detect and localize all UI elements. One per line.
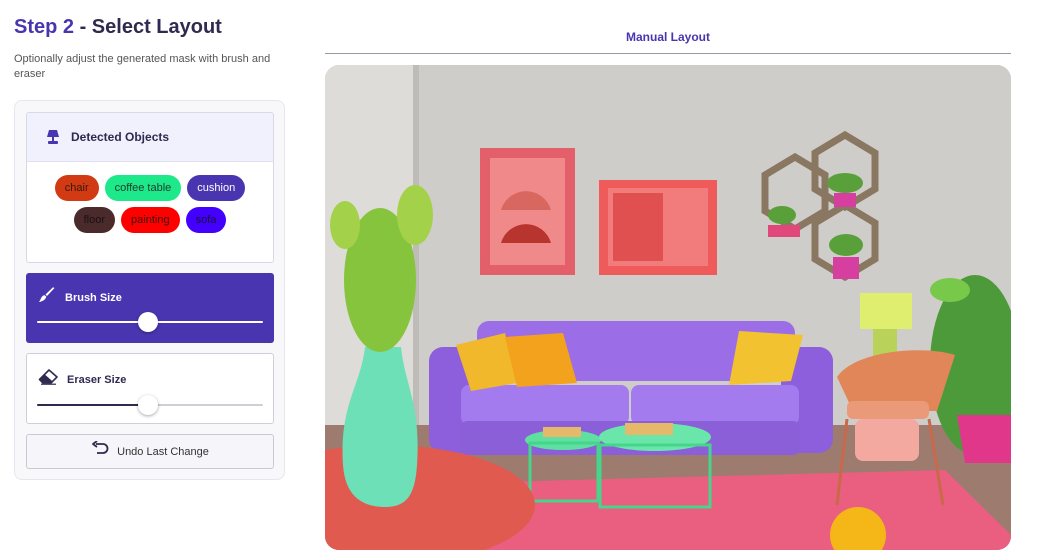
book-stack-left [543,427,581,437]
eraser-size-control: Eraser Size [26,353,274,424]
painting-left-inner [490,158,565,265]
shelf-pot-bottom [833,257,859,279]
eraser-size-header: Eraser Size [38,369,126,390]
tab-manual-layout[interactable]: Manual Layout [325,30,1011,44]
page-title: Step 2 - Select Layout [14,14,286,40]
undo-last-change-button[interactable]: Undo Last Change [26,434,274,469]
plant-right-pot [957,415,1011,463]
app-root: Step 2 - Select Layout Optionally adjust… [0,0,1041,550]
lamp-icon [44,128,62,146]
step-title-text: - Select Layout [74,16,222,38]
plant-right-leaf [930,278,970,302]
shelf-pot-top [834,193,856,207]
object-chip-cushion[interactable]: cushion [187,175,246,201]
vase-plant-leaf-1 [397,185,433,245]
chair-ottoman [855,419,919,461]
room-mask-image[interactable] [325,65,1011,550]
step-number: Step 2 [14,16,75,38]
detected-objects-card: Detected Objects chair coffee table cushio… [26,112,274,263]
eraser-slider-fill [37,404,148,406]
object-chip-floor[interactable]: floor [73,207,116,233]
lamp-shade [860,293,912,329]
chair-seat [847,401,929,419]
tools-panel: Detected Objects chair coffee table cushio… [14,100,285,480]
detected-objects-header: Detected Objects [27,113,273,162]
eraser-icon [38,369,58,390]
undo-icon [91,440,109,462]
undo-button-label: Undo Last Change [117,445,209,458]
sofa-seat-left [461,385,629,425]
shelf-plant-left [768,206,796,224]
shelf-plant-bottom [829,234,863,256]
shelf-pot-left [768,225,800,237]
cushion-3 [729,331,803,385]
brush-size-control: Brush Size [26,273,274,343]
detected-objects-title: Detected Objects [71,130,170,144]
sofa-seat-right [631,385,799,425]
shelf-plant-top [827,173,863,193]
vase-plant-leaf-2 [330,201,360,249]
object-chip-painting[interactable]: painting [121,207,180,233]
step-header: Step 2 - Select Layout Optionally adjust… [14,14,286,82]
painting-right-block [613,193,663,261]
brush-size-header: Brush Size [38,287,122,308]
eraser-size-label: Eraser Size [67,373,127,386]
chip-row: floor painting sofa [27,207,273,233]
object-chip-list: chair coffee table cushion floor painting so… [27,175,273,239]
chip-row: chair coffee table cushion [27,175,273,201]
object-chip-coffee-table[interactable]: coffee table [104,175,182,201]
object-chip-sofa[interactable]: sofa [185,207,227,233]
eraser-slider-thumb[interactable] [137,395,158,415]
brush-slider-thumb[interactable] [137,312,158,332]
layout-canvas[interactable] [325,65,1011,550]
object-chip-chair[interactable]: chair [54,175,99,201]
step-description: Optionally adjust the generated mask wit… [14,53,271,80]
brush-icon [38,287,56,308]
book-stack-right [625,423,673,435]
tab-divider [325,53,1011,54]
brush-size-label: Brush Size [65,291,122,304]
